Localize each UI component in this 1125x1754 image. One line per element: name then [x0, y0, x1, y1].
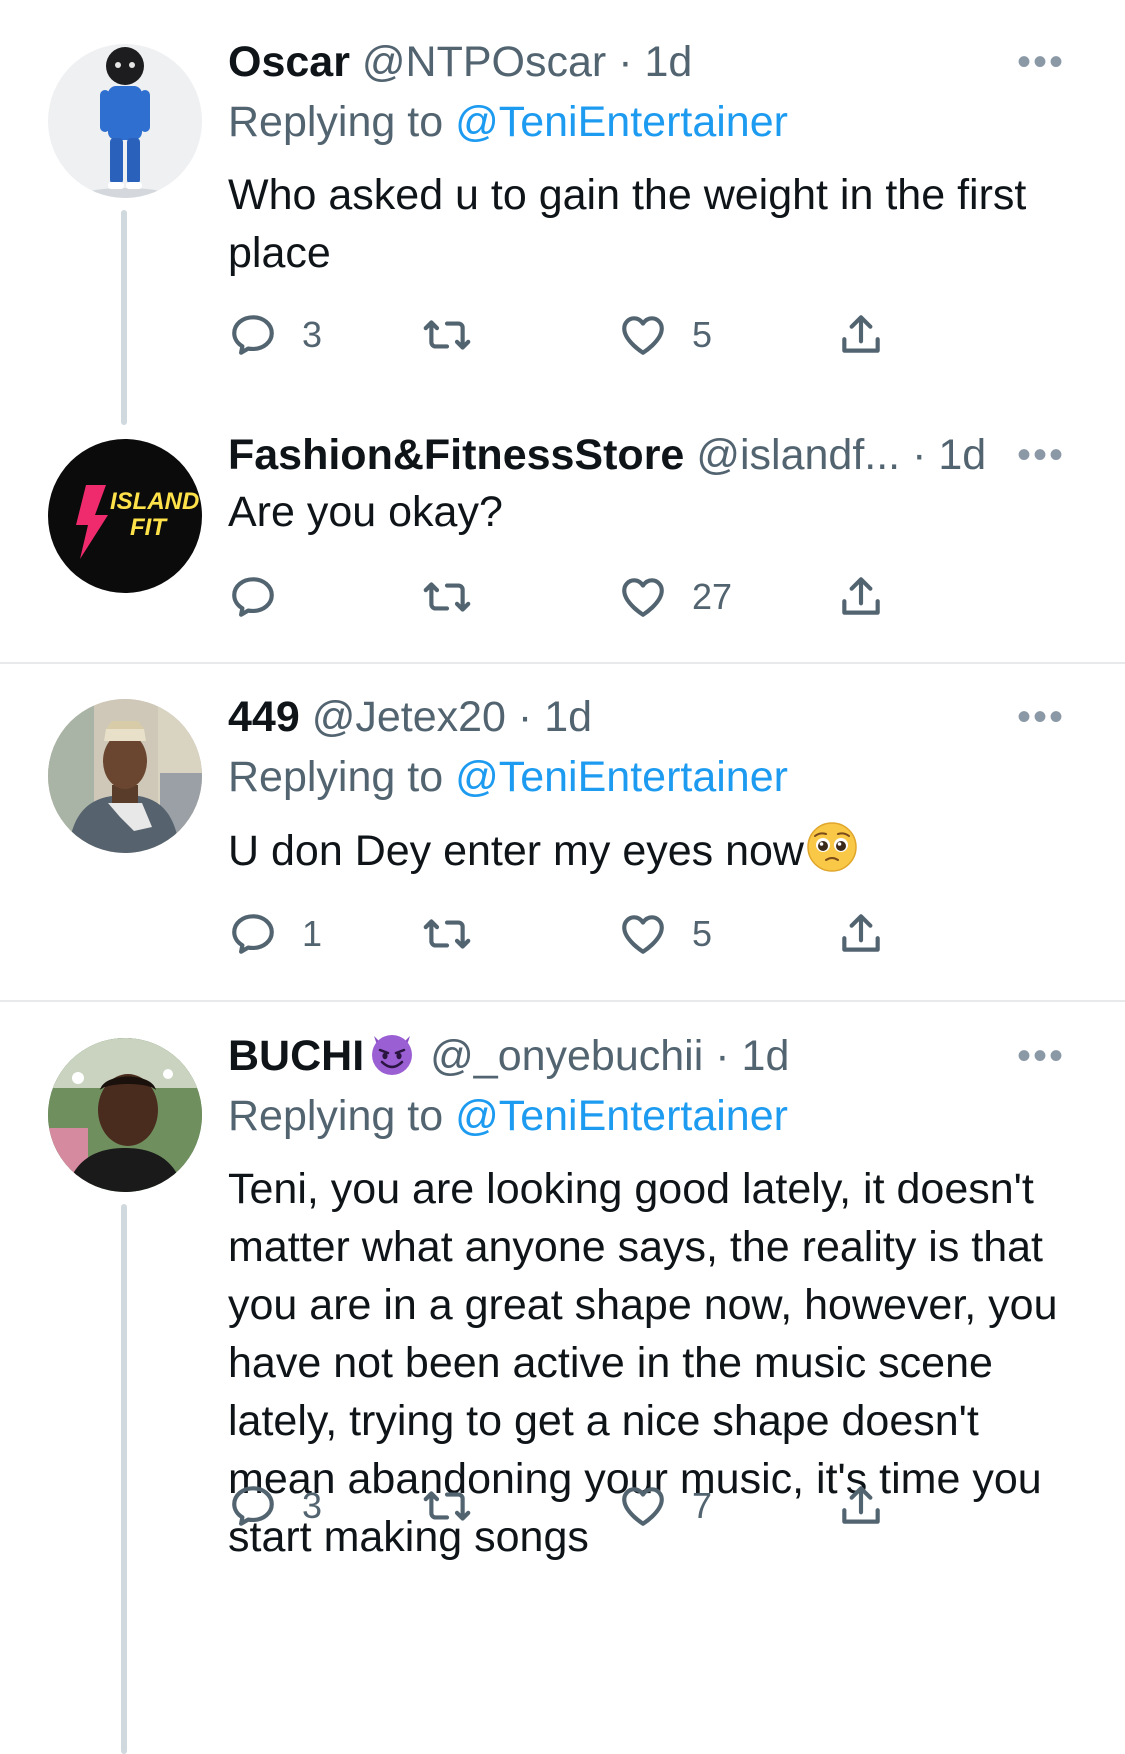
share-button[interactable]: [836, 305, 886, 365]
reply-button[interactable]: 1: [228, 904, 322, 964]
tweet-header: Fashion&FitnessStore @islandf... · 1d ••…: [228, 425, 1065, 485]
display-name[interactable]: Fashion&FitnessStore: [228, 431, 684, 479]
avatar-islandfit[interactable]: ISLAND FIT: [48, 439, 202, 593]
reply-button[interactable]: 3: [228, 1476, 322, 1536]
like-count: 5: [692, 913, 713, 954]
tweet-text-row: U don Dey enter my eyes now: [228, 821, 1065, 880]
avatar-oscar[interactable]: [48, 44, 202, 198]
more-options-icon[interactable]: •••: [1017, 425, 1065, 485]
share-button[interactable]: [836, 567, 886, 627]
smiling-imp-emoji-icon: [372, 1035, 413, 1075]
share-icon: [842, 1486, 880, 1524]
reply-icon: [232, 1486, 274, 1526]
reply-button[interactable]: 3: [228, 305, 322, 365]
heart-icon: [622, 316, 664, 355]
timestamp[interactable]: 1d: [544, 693, 592, 741]
tweet-header: Oscar @NTPOscar · 1d •••: [228, 32, 1065, 92]
pleading-face-emoji-icon: [807, 822, 857, 872]
replying-to-label: Replying to: [228, 98, 456, 146]
share-button[interactable]: [836, 1476, 886, 1536]
like-button[interactable]: 7: [618, 1476, 712, 1536]
reply-icon: [232, 315, 274, 355]
tweet-header: 449 @Jetex20 · 1d •••: [228, 687, 1065, 747]
retweet-icon: [423, 320, 471, 350]
retweet-button[interactable]: [422, 305, 496, 365]
replying-to: Replying to @TeniEntertainer: [228, 92, 1065, 152]
share-button[interactable]: [836, 904, 886, 964]
mention-link[interactable]: @TeniEntertainer: [455, 98, 788, 146]
timestamp[interactable]: 1d: [644, 38, 692, 86]
timestamp[interactable]: 1d: [938, 431, 986, 479]
avatar-logo-text-2: FIT: [130, 514, 168, 541]
share-icon: [842, 577, 880, 615]
reply-icon: [232, 914, 274, 954]
username[interactable]: @_onyebuchii: [430, 1032, 703, 1080]
tweet-buchi[interactable]: BUCHI @_onyebuchii · 1d ••• Replying to …: [0, 1002, 1125, 1754]
heart-icon: [622, 915, 664, 954]
like-count: 5: [692, 314, 713, 355]
reply-icon: [232, 577, 274, 617]
separator-dot: ·: [618, 38, 633, 86]
more-options-icon[interactable]: •••: [1017, 687, 1065, 747]
display-name[interactable]: Oscar: [228, 38, 350, 86]
tweet-header: BUCHI @_onyebuchii · 1d •••: [228, 1026, 1065, 1086]
timestamp[interactable]: 1d: [742, 1032, 790, 1080]
share-icon: [842, 914, 880, 952]
share-icon: [842, 315, 880, 353]
tweet-text: Who asked u to gain the weight in the fi…: [228, 171, 1027, 277]
display-name[interactable]: 449: [228, 693, 300, 741]
more-options-icon[interactable]: •••: [1017, 32, 1065, 92]
reply-count: 1: [302, 913, 323, 954]
avatar-logo-text: ISLAND: [110, 488, 199, 515]
retweet-icon: [423, 1491, 471, 1521]
username[interactable]: @NTPOscar: [362, 38, 606, 86]
heart-icon: [622, 578, 664, 617]
reply-count: 3: [302, 314, 323, 355]
action-bar: 27: [228, 567, 948, 627]
retweet-icon: [423, 919, 471, 949]
separator-dot: ·: [912, 431, 927, 479]
like-button[interactable]: 5: [618, 305, 712, 365]
mention-link[interactable]: @TeniEntertainer: [455, 1092, 788, 1140]
like-button[interactable]: 27: [618, 567, 732, 627]
heart-icon: [622, 1487, 664, 1526]
action-bar: 1 5: [228, 904, 948, 964]
thread-connector: [121, 1204, 127, 1754]
replying-to: Replying to @TeniEntertainer: [228, 747, 1065, 807]
retweet-button[interactable]: [422, 567, 496, 627]
like-button[interactable]: 5: [618, 904, 712, 964]
like-count: 7: [692, 1485, 713, 1526]
retweet-button[interactable]: [422, 904, 496, 964]
avatar-449[interactable]: [48, 699, 202, 853]
tweet-449[interactable]: 449 @Jetex20 · 1d ••• Replying to @TeniE…: [0, 664, 1125, 1000]
action-bar: 3 7: [228, 1476, 948, 1536]
username[interactable]: @islandf...: [696, 431, 900, 479]
username[interactable]: @Jetex20: [312, 693, 506, 741]
more-options-icon[interactable]: •••: [1017, 1026, 1065, 1086]
like-count: 27: [692, 576, 733, 617]
avatar-buchi[interactable]: [48, 1038, 202, 1192]
separator-dot: ·: [715, 1032, 730, 1080]
display-name[interactable]: BUCHI: [228, 1032, 364, 1080]
tweet-oscar[interactable]: Oscar @NTPOscar · 1d ••• Replying to @Te…: [0, 0, 1125, 425]
action-bar: 3 5: [228, 305, 948, 365]
reply-button[interactable]: [228, 567, 302, 627]
tweet-text: U don Dey enter my eyes now: [228, 827, 804, 875]
separator-dot: ·: [517, 693, 533, 741]
replying-to-label: Replying to: [228, 1092, 456, 1140]
replying-to-label: Replying to: [228, 753, 456, 801]
tweet-fashionfitness[interactable]: ISLAND FIT Fashion&FitnessStore @islandf…: [0, 420, 1125, 662]
retweet-button[interactable]: [422, 1476, 496, 1536]
retweet-icon: [423, 582, 471, 612]
replying-to: Replying to @TeniEntertainer: [228, 1086, 1065, 1146]
tweet-text: Are you okay?: [228, 488, 503, 536]
thread-connector: [121, 210, 127, 425]
mention-link[interactable]: @TeniEntertainer: [455, 753, 788, 801]
reply-count: 3: [302, 1485, 323, 1526]
